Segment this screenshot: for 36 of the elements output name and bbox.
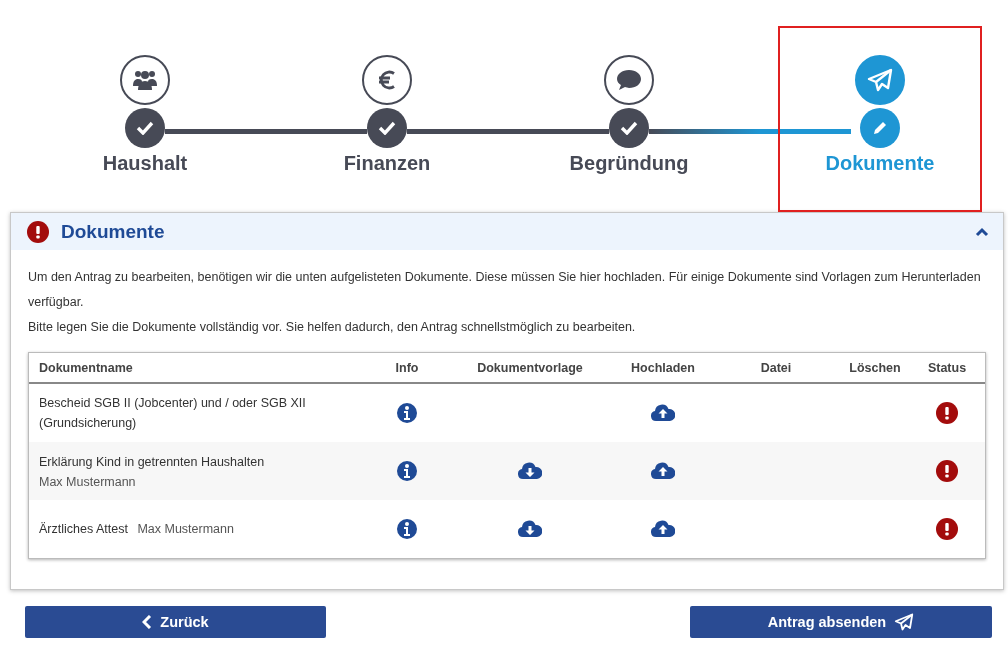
person-name: Max Mustermann bbox=[39, 475, 136, 489]
document-name: Ärztliches Attest bbox=[39, 522, 128, 536]
back-button[interactable]: Zurück bbox=[25, 606, 326, 638]
intro-text: Bitte legen Sie die Dokumente vollständig vor. Sie helfen dadurch, den Antrag schnellstmöglich zu bearbeiten. bbox=[28, 319, 637, 336]
cloud-download-icon[interactable] bbox=[518, 520, 542, 538]
column-header: Dokumentvorlage bbox=[476, 359, 584, 377]
chevron-up-icon[interactable] bbox=[975, 226, 989, 237]
paper-plane-icon bbox=[867, 68, 893, 92]
document-name: Bescheid SGB II (Jobcenter) und / oder SGB XII (Grundsicherung) bbox=[39, 396, 306, 430]
panel-title: Dokumente bbox=[61, 220, 166, 243]
speech-bubble-icon bbox=[616, 69, 642, 91]
chevron-left-icon bbox=[142, 615, 153, 629]
cloud-upload-icon[interactable] bbox=[651, 404, 675, 422]
column-header: Hochladen bbox=[630, 359, 696, 377]
intro-text: Um den Antrag zu bearbeiten, benötigen wir die unten aufgelisteten Dokumente. Diese müssen Sie hier hochladen. Für einige Dokumente sind Vorlagen zum Herunterladen verfügbar. bbox=[28, 269, 982, 311]
euro-icon bbox=[377, 69, 397, 91]
step-label[interactable]: Haushalt bbox=[102, 152, 188, 175]
paper-plane-icon bbox=[894, 613, 915, 631]
column-header: Status bbox=[926, 359, 968, 377]
column-header: Dokumentname bbox=[38, 359, 134, 377]
panel-header[interactable]: Dokumente bbox=[11, 213, 1003, 250]
people-icon bbox=[132, 69, 158, 91]
step-label[interactable]: Finanzen bbox=[343, 152, 431, 175]
submit-button[interactable]: Antrag absenden bbox=[690, 606, 992, 638]
info-icon[interactable] bbox=[397, 403, 417, 423]
person-name: Max Mustermann bbox=[137, 522, 234, 536]
info-icon[interactable] bbox=[397, 519, 417, 539]
cloud-upload-icon[interactable] bbox=[651, 462, 675, 480]
cloud-upload-icon[interactable] bbox=[651, 520, 675, 538]
info-icon[interactable] bbox=[397, 461, 417, 481]
step-label[interactable]: Begründung bbox=[569, 152, 689, 175]
document-name: Erklärung Kind in getrennten Haushalten bbox=[39, 455, 265, 469]
column-header: Datei bbox=[759, 359, 793, 377]
column-header: Info bbox=[394, 359, 420, 377]
column-header: Löschen bbox=[848, 359, 902, 377]
cloud-download-icon[interactable] bbox=[518, 462, 542, 480]
